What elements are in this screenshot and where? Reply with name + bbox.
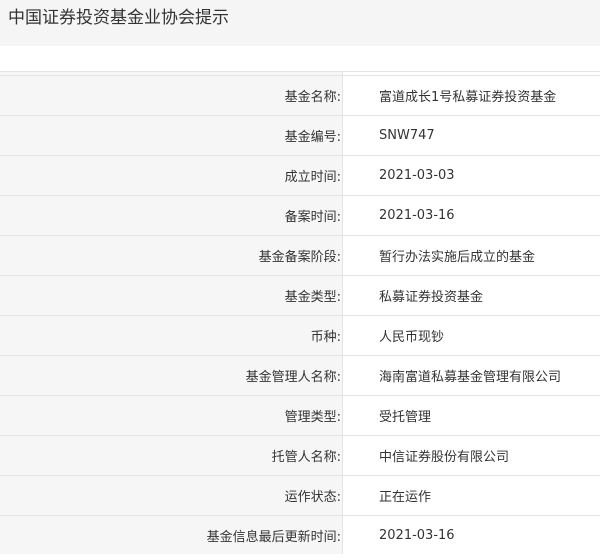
- operation-status-value: 正在运作: [343, 476, 600, 515]
- row-filing-date: 备案时间: 2021-03-16: [0, 196, 600, 236]
- custodian-name-label: 托管人名称:: [0, 436, 343, 475]
- fund-type-value: 私募证券投资基金: [343, 276, 600, 315]
- filing-stage-value: 暂行办法实施后成立的基金: [343, 236, 600, 275]
- fund-name-value: 富道成长1号私募证券投资基金: [343, 76, 600, 115]
- row-filing-stage: 基金备案阶段: 暂行办法实施后成立的基金: [0, 236, 600, 276]
- management-type-label: 管理类型:: [0, 396, 343, 435]
- header-gap: [0, 46, 600, 71]
- fund-info-table: 基金名称: 富道成长1号私募证券投资基金 基金编号: SNW747 成立时间: …: [0, 71, 600, 554]
- currency-value: 人民币现钞: [343, 316, 600, 355]
- fund-code-value: SNW747: [343, 116, 600, 155]
- row-manager-name: 基金管理人名称: 海南富道私募基金管理有限公司: [0, 356, 600, 396]
- fund-type-label: 基金类型:: [0, 276, 343, 315]
- row-fund-code: 基金编号: SNW747: [0, 116, 600, 156]
- operation-status-label: 运作状态:: [0, 476, 343, 515]
- row-establish-date: 成立时间: 2021-03-03: [0, 156, 600, 196]
- management-type-value: 受托管理: [343, 396, 600, 435]
- row-custodian-name: 托管人名称: 中信证券股份有限公司: [0, 436, 600, 476]
- manager-name-label: 基金管理人名称:: [0, 356, 343, 395]
- row-last-update: 基金信息最后更新时间: 2021-03-16: [0, 516, 600, 554]
- row-fund-name: 基金名称: 富道成长1号私募证券投资基金: [0, 76, 600, 116]
- custodian-name-value: 中信证券股份有限公司: [343, 436, 600, 475]
- currency-label: 币种:: [0, 316, 343, 355]
- last-update-label: 基金信息最后更新时间:: [0, 516, 343, 554]
- fund-code-label: 基金编号:: [0, 116, 343, 155]
- filing-stage-label: 基金备案阶段:: [0, 236, 343, 275]
- establish-date-label: 成立时间:: [0, 156, 343, 195]
- manager-name-value: 海南富道私募基金管理有限公司: [343, 356, 600, 395]
- last-update-value: 2021-03-16: [343, 516, 600, 554]
- fund-name-label: 基金名称:: [0, 76, 343, 115]
- row-operation-status: 运作状态: 正在运作: [0, 476, 600, 516]
- row-management-type: 管理类型: 受托管理: [0, 396, 600, 436]
- row-currency: 币种: 人民币现钞: [0, 316, 600, 356]
- page-title: 中国证券投资基金业协会提示: [8, 7, 229, 28]
- filing-date-label: 备案时间:: [0, 196, 343, 235]
- page-header: 中国证券投资基金业协会提示: [0, 0, 600, 46]
- row-fund-type: 基金类型: 私募证券投资基金: [0, 276, 600, 316]
- filing-date-value: 2021-03-16: [343, 196, 600, 235]
- establish-date-value: 2021-03-03: [343, 156, 600, 195]
